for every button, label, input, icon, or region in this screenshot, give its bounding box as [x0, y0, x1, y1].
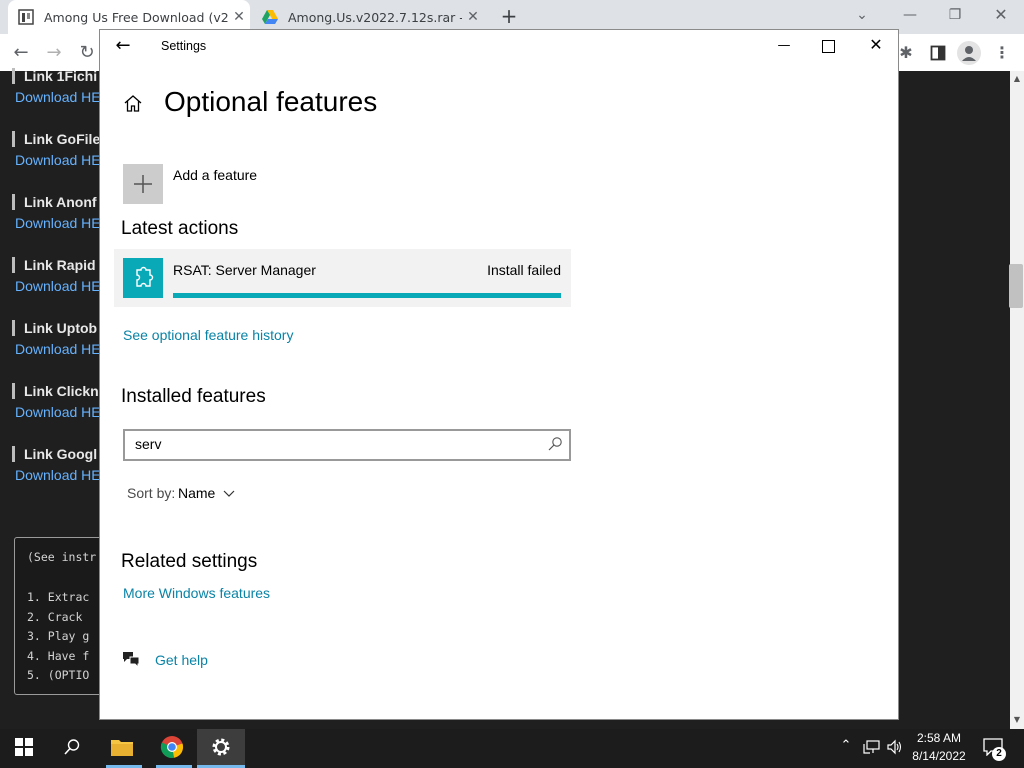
link-title: Link Googl: [12, 446, 97, 462]
tab-title: Among Us Free Download (v2022: [44, 9, 228, 25]
action-progress-track: [173, 293, 561, 298]
download-link[interactable]: Download HE: [15, 341, 101, 357]
taskbar-time[interactable]: 2:58 AM: [906, 731, 972, 745]
link-title: Link 1Fichi: [12, 68, 97, 84]
related-settings-heading: Related settings: [121, 551, 258, 572]
link-title: Link Clickn: [12, 383, 99, 399]
more-windows-features-link[interactable]: More Windows features: [123, 585, 270, 601]
reload-icon[interactable]: ↻: [74, 40, 100, 66]
add-feature-label[interactable]: Add a feature: [173, 167, 257, 183]
start-button[interactable]: [0, 729, 48, 768]
chrome-icon: [160, 735, 184, 763]
code-line: 1. Extrac: [27, 590, 90, 604]
download-link[interactable]: Download HE: [15, 152, 101, 168]
tab-title: Among.Us.v2022.7.12s.rar - Goog: [288, 9, 462, 25]
taskbar-search-button[interactable]: [48, 729, 96, 768]
download-link[interactable]: Download HE: [15, 278, 101, 294]
code-line: (See instr: [27, 550, 97, 564]
settings-window: [99, 29, 899, 720]
browser-minimize-icon[interactable]: —: [900, 5, 920, 25]
download-link[interactable]: Download HE: [15, 404, 101, 420]
tab-close-icon[interactable]: ✕: [462, 9, 484, 25]
notification-count-badge: 2: [992, 747, 1006, 761]
browser-close-icon[interactable]: ✕: [991, 5, 1011, 25]
new-tab-plus-icon[interactable]: +: [499, 6, 519, 26]
link-title: Link Uptob: [12, 320, 97, 336]
taskbar-settings[interactable]: [197, 729, 245, 768]
search-icon: [63, 738, 81, 760]
page-scrollbar-track[interactable]: [1010, 71, 1024, 729]
link-title: Link Rapid: [12, 257, 96, 273]
download-link[interactable]: Download HE: [15, 89, 101, 105]
sort-by-label: Sort by:: [127, 485, 176, 501]
code-line: 5. (OPTIO: [27, 668, 90, 682]
settings-maximize-icon[interactable]: [822, 40, 835, 53]
code-line: 2. Crack: [27, 610, 83, 624]
latest-action-card[interactable]: [114, 249, 571, 307]
action-feature-name: RSAT: Server Manager: [173, 262, 316, 278]
forward-arrow-icon[interactable]: →: [41, 40, 67, 66]
settings-minimize-icon[interactable]: —: [776, 38, 792, 54]
website-favicon-icon: [18, 9, 34, 25]
installed-features-heading: Installed features: [121, 386, 266, 407]
sort-chevron-down-icon[interactable]: [221, 486, 237, 500]
link-title: Link Anonf: [12, 194, 97, 210]
taskbar-file-explorer[interactable]: [98, 729, 146, 768]
folder-icon: [110, 737, 134, 761]
action-progress-fill: [173, 293, 561, 298]
side-panel-icon[interactable]: [925, 40, 951, 66]
settings-back-arrow-icon[interactable]: ←: [113, 35, 133, 57]
tab-search-chevron-icon[interactable]: ⌄: [852, 5, 872, 25]
download-link[interactable]: Download HE: [15, 467, 101, 483]
action-status: Install failed: [487, 262, 561, 278]
browser-menu-dots-icon[interactable]: ⋮: [989, 40, 1015, 66]
back-arrow-icon[interactable]: ←: [8, 40, 34, 66]
scroll-down-arrow-icon[interactable]: ▼: [1011, 715, 1023, 724]
sort-by-value[interactable]: Name: [178, 485, 215, 501]
settings-window-title: Settings: [161, 39, 207, 53]
volume-icon[interactable]: [886, 738, 904, 756]
latest-actions-heading: Latest actions: [121, 218, 239, 239]
settings-close-icon[interactable]: ✕: [867, 35, 885, 55]
browser-restore-icon[interactable]: ❐: [945, 5, 965, 25]
get-help-chat-icon[interactable]: [121, 649, 141, 669]
network-icon[interactable]: [862, 738, 880, 756]
gear-icon: [210, 736, 232, 762]
scroll-up-arrow-icon[interactable]: ▲: [1011, 74, 1023, 83]
taskbar-chrome[interactable]: [148, 729, 196, 768]
action-center-button[interactable]: 2: [983, 738, 1006, 761]
search-input[interactable]: [135, 436, 535, 452]
code-line: 3. Play g: [27, 629, 90, 643]
feature-history-link[interactable]: See optional feature history: [123, 327, 293, 343]
google-drive-icon: [262, 9, 278, 25]
download-link[interactable]: Download HE: [15, 215, 101, 231]
show-hidden-icons-chevron-up-icon[interactable]: ⌃: [838, 738, 854, 753]
home-icon[interactable]: [122, 92, 144, 114]
windows-logo-icon: [15, 737, 33, 760]
code-line: 4. Have f: [27, 649, 90, 663]
get-help-link[interactable]: Get help: [155, 652, 208, 668]
search-box[interactable]: [123, 429, 571, 461]
feature-puzzle-icon: [123, 258, 163, 298]
page-scrollbar-thumb[interactable]: [1009, 264, 1023, 308]
add-feature-button[interactable]: [123, 164, 163, 204]
search-icon[interactable]: [547, 436, 563, 456]
page-title: Optional features: [164, 86, 378, 117]
link-title: Link GoFile: [12, 131, 100, 147]
profile-avatar-icon[interactable]: [957, 41, 981, 65]
tab-close-icon[interactable]: ✕: [228, 9, 250, 25]
taskbar-date[interactable]: 8/14/2022: [906, 749, 972, 763]
